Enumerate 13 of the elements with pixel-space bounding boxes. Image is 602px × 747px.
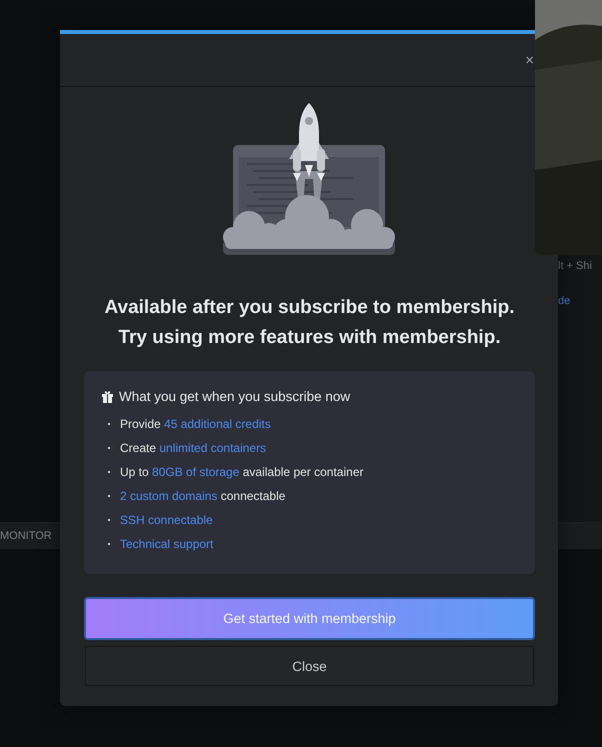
benefit-item: Technical support [108, 532, 519, 556]
benefits-title: What you get when you subscribe now [119, 389, 350, 404]
tab-label: MONITOR [0, 530, 52, 542]
benefit-item: Create unlimited containers [108, 436, 519, 460]
benefit-item: Up to 80GB of storage available per container [108, 460, 519, 484]
dialog-heading: Available after you subscribe to membership. Try using more features with membership. [104, 296, 515, 350]
gift-icon [101, 390, 114, 403]
close-button[interactable]: Close [85, 646, 534, 686]
benefit-item: 2 custom domains connectable [108, 484, 519, 508]
background-text: de [558, 295, 572, 307]
background-text: lt + Shi [558, 260, 593, 272]
benefit-item: Provide 45 additional credits [108, 412, 519, 436]
benefit-item: SSH connectable [108, 508, 519, 532]
